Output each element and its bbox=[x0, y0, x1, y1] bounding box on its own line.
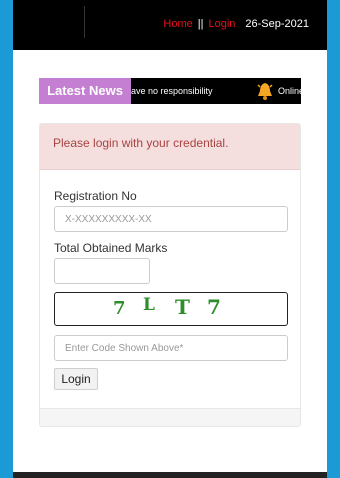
login-button[interactable]: Login bbox=[54, 368, 98, 390]
login-alert: Please login with your credential. bbox=[40, 124, 300, 170]
header-divider bbox=[84, 6, 85, 38]
marks-input[interactable] bbox=[54, 258, 150, 284]
header-date: 26-Sep-2021 bbox=[245, 18, 309, 30]
registration-label: Registration No bbox=[54, 189, 137, 203]
top-header: Home || Login 26-Sep-2021 bbox=[13, 0, 327, 50]
captcha-char: L bbox=[143, 295, 155, 315]
captcha-image: 7 L T 7 bbox=[54, 292, 288, 326]
login-panel: Please login with your credential. Regis… bbox=[39, 123, 301, 427]
bell-icon bbox=[257, 82, 273, 104]
news-marquee[interactable]: ave no responsibility Online bbox=[131, 78, 301, 104]
nav-login-link[interactable]: Login bbox=[208, 18, 235, 30]
panel-footer bbox=[40, 408, 300, 426]
captcha-char: 7 bbox=[113, 298, 126, 319]
captcha-code-input[interactable] bbox=[54, 335, 288, 361]
bottom-bar bbox=[13, 472, 327, 478]
news-item-text: ave no responsibility bbox=[131, 86, 213, 96]
page-container: Home || Login 26-Sep-2021 Latest News ave n… bbox=[13, 0, 327, 478]
captcha-char: T bbox=[175, 295, 190, 319]
news-item-text: Online bbox=[278, 86, 301, 96]
marks-label: Total Obtained Marks bbox=[54, 241, 168, 255]
top-nav: Home || Login 26-Sep-2021 bbox=[163, 18, 309, 30]
nav-home-link[interactable]: Home bbox=[163, 18, 192, 30]
latest-news-badge: Latest News bbox=[39, 78, 131, 104]
nav-separator: || bbox=[197, 18, 204, 30]
latest-news-ticker: Latest News ave no responsibility Online bbox=[39, 78, 301, 104]
captcha-char: 7 bbox=[207, 295, 221, 319]
registration-input[interactable] bbox=[54, 206, 288, 232]
